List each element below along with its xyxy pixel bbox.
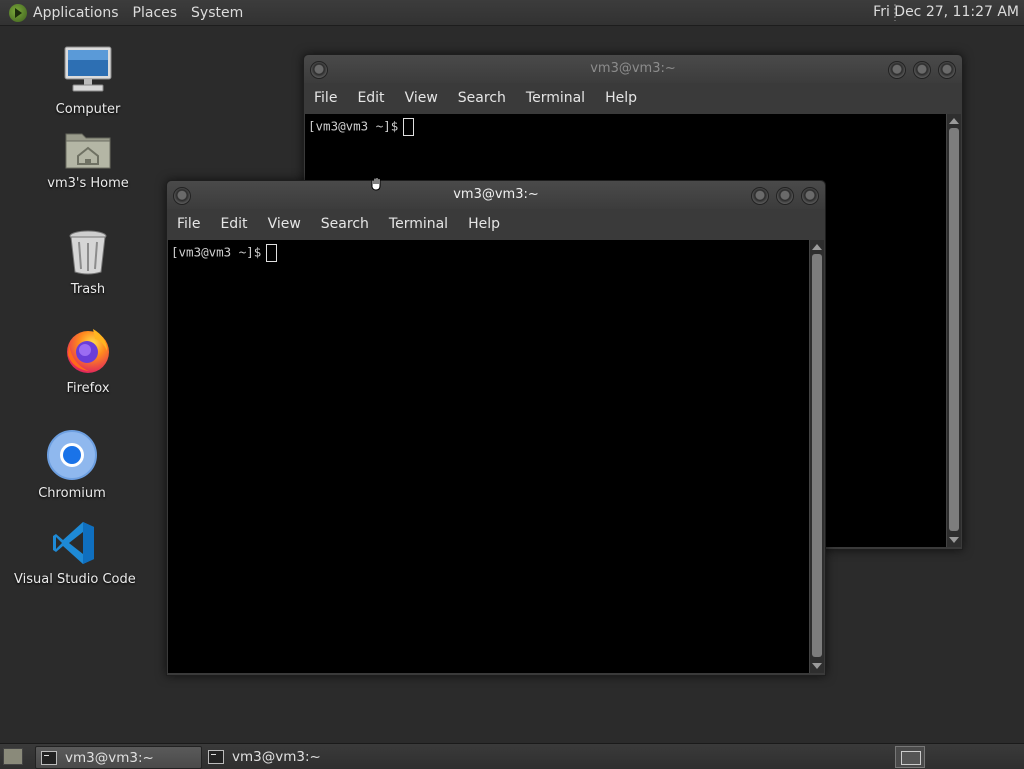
menu-system[interactable]: System: [191, 5, 243, 21]
scroll-down-arrow-icon[interactable]: [949, 537, 959, 543]
trash-icon: [69, 230, 107, 275]
terminal-prompt: [vm3@vm3 ~]$: [308, 118, 399, 134]
distro-logo-icon[interactable]: [9, 3, 27, 22]
taskbar-item-label: vm3@vm3:~: [65, 749, 154, 766]
desktop-icon-label: Computer: [55, 102, 121, 117]
desktop-icon-computer[interactable]: Computer: [50, 44, 126, 117]
terminal-scrollbar[interactable]: [946, 114, 961, 547]
scroll-down-arrow-icon[interactable]: [812, 663, 822, 669]
desktop-icon-trash[interactable]: Trash: [52, 228, 124, 297]
scrollbar-thumb[interactable]: [812, 254, 822, 657]
terminal-menubar: File Edit View Search Terminal Help: [167, 209, 825, 239]
panel-clock[interactable]: Fri Dec 27, 11:27 AM: [873, 4, 1019, 20]
menu-applications[interactable]: Applications: [33, 5, 119, 21]
menu-search[interactable]: Search: [321, 216, 369, 232]
terminal-icon: [41, 750, 57, 765]
maximize-button[interactable]: [913, 61, 931, 79]
terminal-scrollbar[interactable]: [809, 240, 824, 673]
taskbar-item-label: vm3@vm3:~: [232, 748, 321, 765]
terminal-menubar: File Edit View Search Terminal Help: [304, 83, 962, 113]
menu-view[interactable]: View: [405, 90, 438, 106]
minimize-button[interactable]: [888, 61, 906, 79]
desktop-icon-home[interactable]: vm3's Home: [44, 128, 132, 191]
close-button[interactable]: [938, 61, 956, 79]
menu-terminal[interactable]: Terminal: [389, 216, 448, 232]
home-folder-icon: [65, 133, 111, 169]
terminal-area[interactable]: [vm3@vm3 ~]$: [168, 240, 809, 673]
window-title: vm3@vm3:~: [590, 61, 676, 76]
desktop-icon-label: Chromium: [38, 486, 106, 501]
menu-file[interactable]: File: [314, 90, 337, 106]
desktop-icon-vscode[interactable]: Visual Studio Code: [14, 520, 136, 587]
menu-terminal[interactable]: Terminal: [526, 90, 585, 106]
computer-icon: [64, 46, 112, 92]
scrollbar-thumb[interactable]: [949, 128, 959, 531]
firefox-icon: [67, 329, 109, 373]
terminal-cursor: [403, 118, 415, 136]
menu-search[interactable]: Search: [458, 90, 506, 106]
window-title: vm3@vm3:~: [453, 187, 539, 202]
hand-cursor-icon: [371, 176, 381, 191]
terminal-cursor: [266, 244, 278, 262]
desktop-icon-label: Firefox: [66, 381, 110, 396]
scroll-up-arrow-icon[interactable]: [949, 118, 959, 124]
workspace-switcher-icon[interactable]: [895, 746, 925, 768]
menu-places[interactable]: Places: [133, 5, 178, 21]
bottom-panel: vm3@vm3:~ vm3@vm3:~: [0, 743, 1024, 769]
show-desktop-icon[interactable]: [3, 748, 23, 765]
window-titlebar[interactable]: vm3@vm3:~: [167, 181, 825, 209]
maximize-button[interactable]: [776, 187, 794, 205]
terminal-icon: [208, 749, 224, 764]
taskbar-item-active[interactable]: vm3@vm3:~: [35, 746, 202, 769]
chromium-icon: [47, 430, 97, 480]
taskbar-item[interactable]: vm3@vm3:~: [203, 746, 368, 767]
desktop-icon-label: Visual Studio Code: [14, 572, 136, 587]
vscode-icon: [53, 522, 94, 564]
terminal-prompt: [vm3@vm3 ~]$: [171, 244, 262, 260]
close-button[interactable]: [801, 187, 819, 205]
menu-help[interactable]: Help: [468, 216, 500, 232]
terminal-window-front[interactable]: vm3@vm3:~ File Edit View Search Terminal…: [166, 180, 826, 676]
top-panel: Applications Places System Fri Dec 27, 1…: [0, 0, 1024, 26]
desktop-icon-chromium[interactable]: Chromium: [36, 430, 108, 501]
desktop-icon-label: Trash: [70, 282, 106, 297]
window-titlebar[interactable]: vm3@vm3:~: [304, 55, 962, 83]
desktop-icon-firefox[interactable]: Firefox: [52, 325, 124, 396]
menu-view[interactable]: View: [268, 216, 301, 232]
window-menu-button[interactable]: [173, 187, 191, 205]
window-menu-button[interactable]: [310, 61, 328, 79]
minimize-button[interactable]: [751, 187, 769, 205]
menu-edit[interactable]: Edit: [220, 216, 247, 232]
menu-edit[interactable]: Edit: [357, 90, 384, 106]
scroll-up-arrow-icon[interactable]: [812, 244, 822, 250]
desktop-icon-label: vm3's Home: [47, 176, 129, 191]
menu-file[interactable]: File: [177, 216, 200, 232]
menu-help[interactable]: Help: [605, 90, 637, 106]
